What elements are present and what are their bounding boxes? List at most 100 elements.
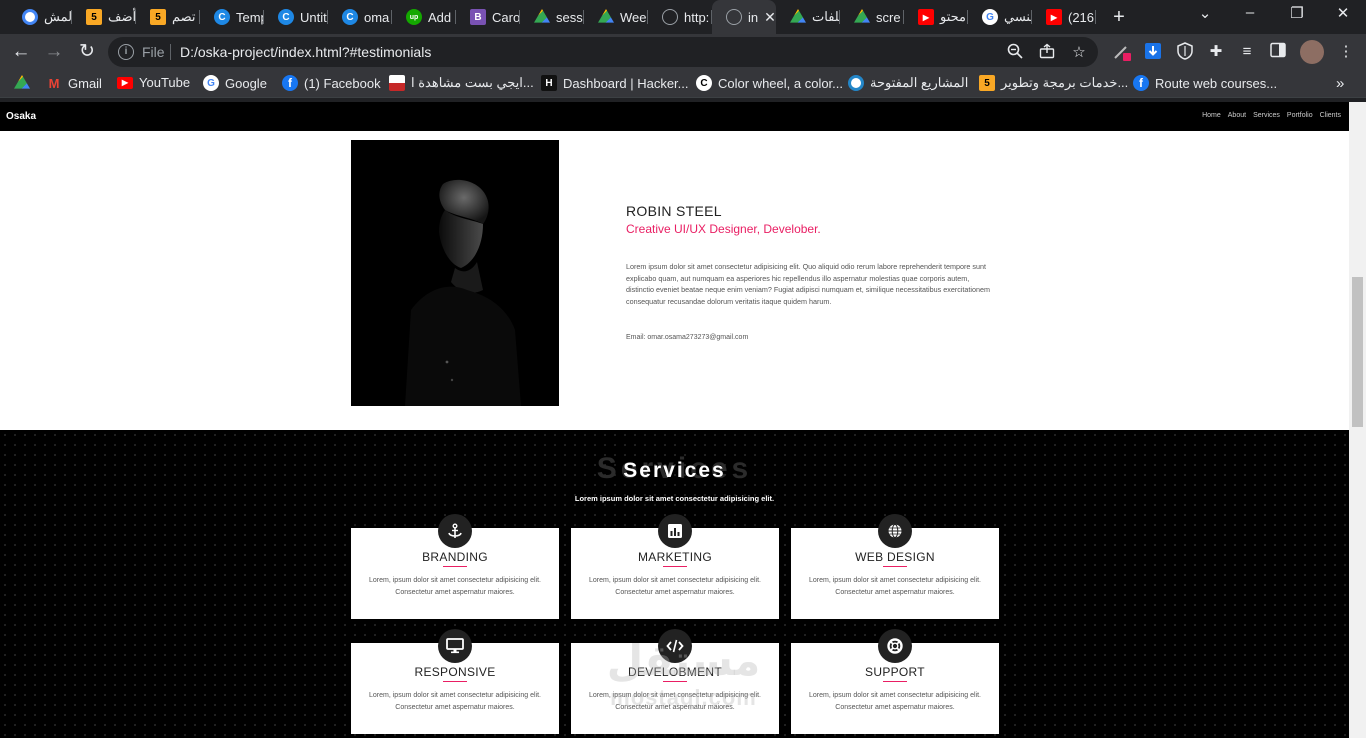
service-card-title: WEB DESIGN (855, 550, 935, 564)
bookmark-item[interactable]: C Color wheel, a color... (696, 75, 843, 91)
browser-tab[interactable]: C Untit (264, 6, 328, 28)
bookmark-star-icon[interactable]: ☆ (1070, 43, 1088, 61)
drive-icon (598, 9, 614, 23)
reload-icon[interactable]: ↻ (75, 40, 99, 64)
browser-toolbar: ← → ↻ i File D:/oska-project/index.html?… (0, 34, 1366, 70)
service-card-title: BRANDING (422, 550, 488, 564)
site-brand[interactable]: Osaka (6, 111, 36, 122)
back-icon[interactable]: ← (9, 40, 33, 64)
page-viewport: Osaka Home About Services Portfolio Clients (0, 102, 1349, 738)
service-card-underline (443, 681, 467, 682)
browser-tab[interactable]: ▶ (216 (1032, 6, 1096, 28)
bookmarks-overflow-icon[interactable]: » (1336, 75, 1344, 92)
profile-avatar[interactable] (1300, 40, 1324, 64)
share-icon[interactable] (1038, 43, 1056, 63)
nav-link-home[interactable]: Home (1202, 112, 1221, 119)
tab-title: scre (876, 9, 901, 25)
pen-extension-icon[interactable] (1112, 42, 1132, 62)
page-scrollbar[interactable] (1349, 102, 1366, 738)
browser-tab[interactable]: up Add (392, 6, 456, 28)
browser-tab[interactable]: http: (648, 6, 712, 28)
bookmarks-bar: M Gmail ▶ YouTube G Google f (1) Facebook ايجي ب… (0, 70, 1366, 98)
new-tab-button[interactable]: + (1108, 6, 1130, 28)
tab-close-icon[interactable]: ✕ (764, 9, 776, 26)
bookmark-label: Route web courses... (1155, 75, 1278, 91)
browser-tab[interactable]: G تنسي (968, 6, 1032, 28)
browser-tab[interactable]: scre (840, 6, 904, 28)
service-card-underline (443, 566, 467, 567)
menu-kebab-icon[interactable]: ⋮ (1336, 42, 1356, 62)
globe-icon (726, 9, 742, 25)
tab-title: Caro (492, 9, 520, 25)
browser-tab[interactable]: B Caro (456, 6, 520, 28)
service-card-description: Lorem, ipsum dolor sit amet consectetur … (809, 692, 981, 711)
circle-blue-icon (22, 9, 38, 25)
upwork-icon: up (406, 9, 422, 25)
tab-search-icon[interactable]: ⌄ (1190, 4, 1220, 22)
globe-icon (878, 514, 912, 548)
address-divider (170, 44, 171, 60)
profile-bio: Lorem ipsum dolor sit amet consectetur a… (626, 262, 990, 306)
bookmark-label: Dashboard | Hacker... (563, 75, 689, 91)
five-badge-icon: 5 (86, 9, 102, 25)
desktop-icon (438, 629, 472, 663)
browser-tab[interactable]: in ✕ (712, 0, 776, 34)
close-window-icon[interactable]: ✕ (1328, 4, 1358, 22)
tab-separator (1095, 10, 1096, 24)
bar-chart-icon (658, 514, 692, 548)
browser-tab[interactable]: ▶ محتو (904, 6, 968, 28)
canva-icon: C (342, 9, 358, 25)
shield-icon[interactable] (1175, 42, 1195, 62)
minimize-icon[interactable]: – (1235, 4, 1265, 21)
address-url[interactable]: D:/oska-project/index.html?#testimonials (180, 44, 431, 60)
side-panel-icon[interactable] (1268, 42, 1288, 62)
bookmark-item[interactable]: 5 خدمات برمجة وتطوير... (979, 75, 1128, 91)
bookmark-item[interactable]: G Google (203, 75, 267, 91)
nav-link-services[interactable]: Services (1253, 112, 1280, 119)
puzzle-icon[interactable]: ✚ (1206, 42, 1226, 62)
tab-title: sessi (556, 9, 584, 25)
egybest-icon (389, 75, 405, 91)
address-scheme: File (142, 44, 165, 60)
media-queue-icon[interactable]: ≡ (1237, 42, 1257, 62)
bookmark-item[interactable] (14, 75, 30, 91)
nav-link-about[interactable]: About (1228, 112, 1246, 119)
scrollbar-thumb[interactable] (1352, 277, 1363, 427)
bookmark-item[interactable]: المشاريع المفتوحة (848, 75, 968, 91)
tab-title: Untit (300, 9, 327, 25)
browser-tab[interactable]: المش (8, 6, 72, 28)
drive-icon (534, 9, 550, 23)
bookmark-item[interactable]: M Gmail (46, 75, 102, 91)
browser-tab[interactable]: Wee (584, 6, 648, 28)
drive-icon (790, 9, 806, 23)
site-info-icon[interactable]: i (118, 44, 134, 60)
bookmark-item[interactable]: ايجي بست مشاهدة ا... (389, 75, 534, 91)
canva-icon: C (696, 75, 712, 91)
browser-tab[interactable]: ملفات (776, 6, 840, 28)
bookmark-item[interactable]: f Route web courses... (1133, 75, 1277, 91)
browser-tab[interactable]: sessi (520, 6, 584, 28)
service-card: RESPONSIVE Lorem, ipsum dolor sit amet co… (351, 629, 559, 734)
address-bar[interactable]: i File D:/oska-project/index.html?#testi… (108, 37, 1098, 67)
profile-name: ROBIN STEEL (626, 203, 722, 219)
download-icon[interactable] (1143, 42, 1163, 62)
nav-link-portfolio[interactable]: Portfolio (1287, 112, 1313, 119)
browser-tab[interactable]: 5 تصم (136, 6, 200, 28)
restore-icon[interactable]: ❐ (1282, 4, 1312, 22)
nav-link-clients[interactable]: Clients (1320, 112, 1341, 119)
browser-tab[interactable]: C Temp (200, 6, 264, 28)
bookmark-item[interactable]: f (1) Facebook (282, 75, 381, 91)
bookmark-item[interactable]: H Dashboard | Hacker... (541, 75, 689, 91)
browser-tab[interactable]: Coma (328, 6, 392, 28)
forward-icon[interactable]: → (42, 40, 66, 64)
bookmark-item[interactable]: ▶ YouTube (117, 75, 190, 90)
bookmark-label: خدمات برمجة وتطوير... (1001, 75, 1129, 90)
browser-tab[interactable]: 5 أضف (72, 6, 136, 28)
service-card-underline (663, 681, 687, 682)
mostaql-icon (848, 75, 864, 91)
tab-title: محتو (940, 9, 966, 24)
lifebuoy-icon (878, 629, 912, 663)
service-card-description: Lorem, ipsum dolor sit amet consectetur … (369, 692, 541, 711)
tab-title: (216 (1068, 9, 1095, 25)
zoom-icon[interactable] (1006, 43, 1024, 63)
